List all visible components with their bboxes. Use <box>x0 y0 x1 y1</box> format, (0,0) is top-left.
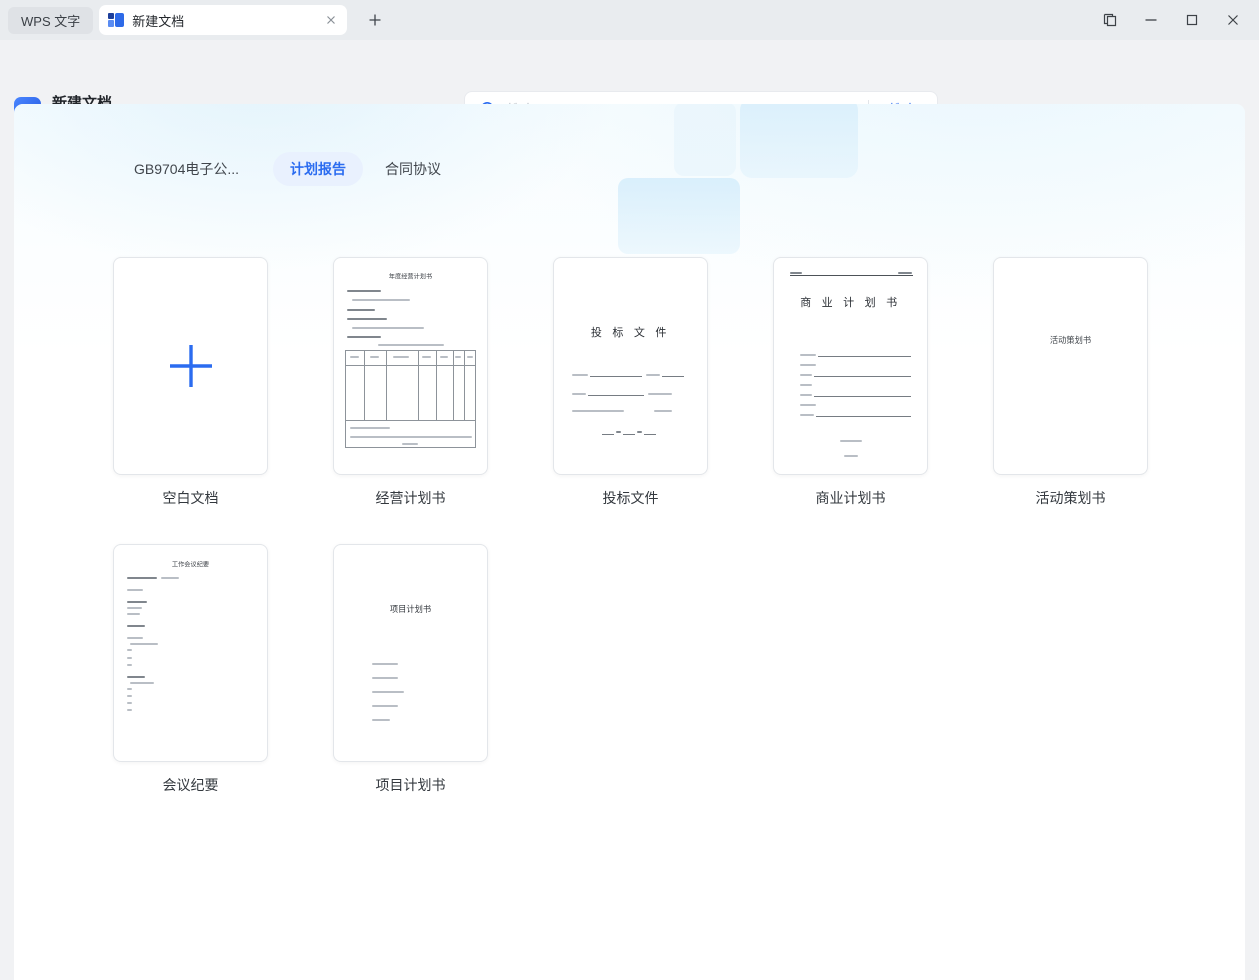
window-controls <box>1089 0 1253 40</box>
card-meeting-minutes: 工作会议纪要 会议纪要 <box>113 544 268 795</box>
close-window-icon[interactable] <box>1212 0 1253 40</box>
thumbnail-title: 活动策划书 <box>1013 334 1128 346</box>
card-label: 经营计划书 <box>333 488 488 508</box>
decor-square <box>740 104 858 178</box>
decor-square <box>618 178 740 254</box>
blank-document-card[interactable] <box>113 257 268 475</box>
wps-four-squares-icon <box>108 12 124 28</box>
card-label: 投标文件 <box>553 488 708 508</box>
card-business-operation-plan: 年度经营计划书 <box>333 257 488 508</box>
thumbnail-title: 项目计划书 <box>353 603 468 615</box>
template-thumbnail[interactable]: 项目计划书 <box>333 544 488 762</box>
tab-new-document[interactable]: 新建文档 <box>99 5 347 35</box>
thumbnail-table <box>345 350 476 448</box>
new-tab-button[interactable] <box>361 6 389 34</box>
card-label: 会议纪要 <box>113 775 268 795</box>
decor-square <box>674 104 736 176</box>
card-label: 项目计划书 <box>333 775 488 795</box>
category-filter-bar: GB9704电子公... 计划报告 合同协议 <box>122 153 453 185</box>
wps-home-label: WPS 文字 <box>21 11 80 30</box>
tab-preview-icon[interactable] <box>1089 0 1130 40</box>
template-thumbnail[interactable]: 商 业 计 划 书 <box>773 257 928 475</box>
card-event-plan: 活动策划书 活动策划书 <box>993 257 1148 508</box>
thumbnail-title: 投 标 文 件 <box>560 324 701 340</box>
template-thumbnail[interactable]: 年度经营计划书 <box>333 257 488 475</box>
maximize-icon[interactable] <box>1171 0 1212 40</box>
thumbnail-title: 年度经营计划书 <box>363 271 458 280</box>
template-thumbnail[interactable]: 活动策划书 <box>993 257 1148 475</box>
template-row-2: 工作会议纪要 会议纪要 <box>113 544 488 795</box>
card-label: 空白文档 <box>113 488 268 508</box>
template-thumbnail[interactable]: 投 标 文 件 <box>553 257 708 475</box>
card-blank-document: 空白文档 <box>113 257 268 508</box>
window-tab-bar: WPS 文字 新建文档 <box>0 0 1259 40</box>
card-bid-document: 投 标 文 件 投标文件 <box>553 257 708 508</box>
wps-home-button[interactable]: WPS 文字 <box>8 7 93 34</box>
plus-icon <box>114 258 267 474</box>
template-panel: GB9704电子公... 计划报告 合同协议 空白文档 年度经营计划书 <box>14 104 1245 980</box>
card-label: 活动策划书 <box>993 488 1148 508</box>
filter-gb9704[interactable]: GB9704电子公... <box>122 153 251 185</box>
filter-contract[interactable]: 合同协议 <box>373 153 453 185</box>
thumbnail-title: 工作会议纪要 <box>143 559 238 568</box>
thumbnail-title: 商 业 计 划 书 <box>780 294 921 310</box>
close-tab-icon[interactable] <box>324 13 338 27</box>
template-thumbnail[interactable]: 工作会议纪要 <box>113 544 268 762</box>
card-project-plan: 项目计划书 项目计划书 <box>333 544 488 795</box>
minimize-icon[interactable] <box>1130 0 1171 40</box>
filter-plan-report-active[interactable]: 计划报告 <box>273 152 363 186</box>
card-label: 商业计划书 <box>773 488 928 508</box>
page-header: W 新建文档 新建无限可能 搜索 <box>0 40 1259 104</box>
card-business-plan: 商 业 计 划 书 商业计划书 <box>773 257 928 508</box>
tab-title: 新建文档 <box>132 11 324 30</box>
template-row-1: 空白文档 年度经营计划书 <box>113 257 1148 508</box>
